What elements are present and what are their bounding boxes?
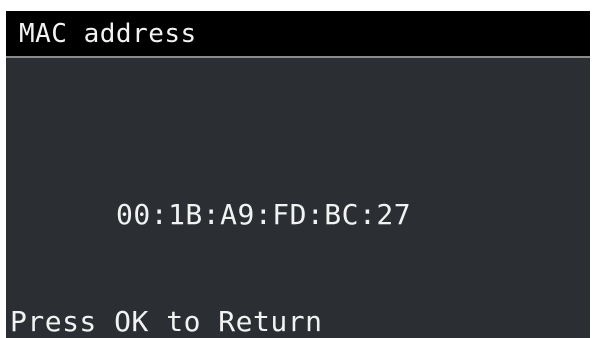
title-bar: MAC address: [6, 11, 590, 58]
mac-address-value: 00:1B:A9:FD:BC:27: [116, 198, 412, 231]
return-hint: Press OK to Return: [10, 305, 323, 338]
lcd-screen: MAC address 00:1B:A9:FD:BC:27 Press OK t…: [6, 11, 590, 338]
screen-title: MAC address: [19, 19, 197, 49]
